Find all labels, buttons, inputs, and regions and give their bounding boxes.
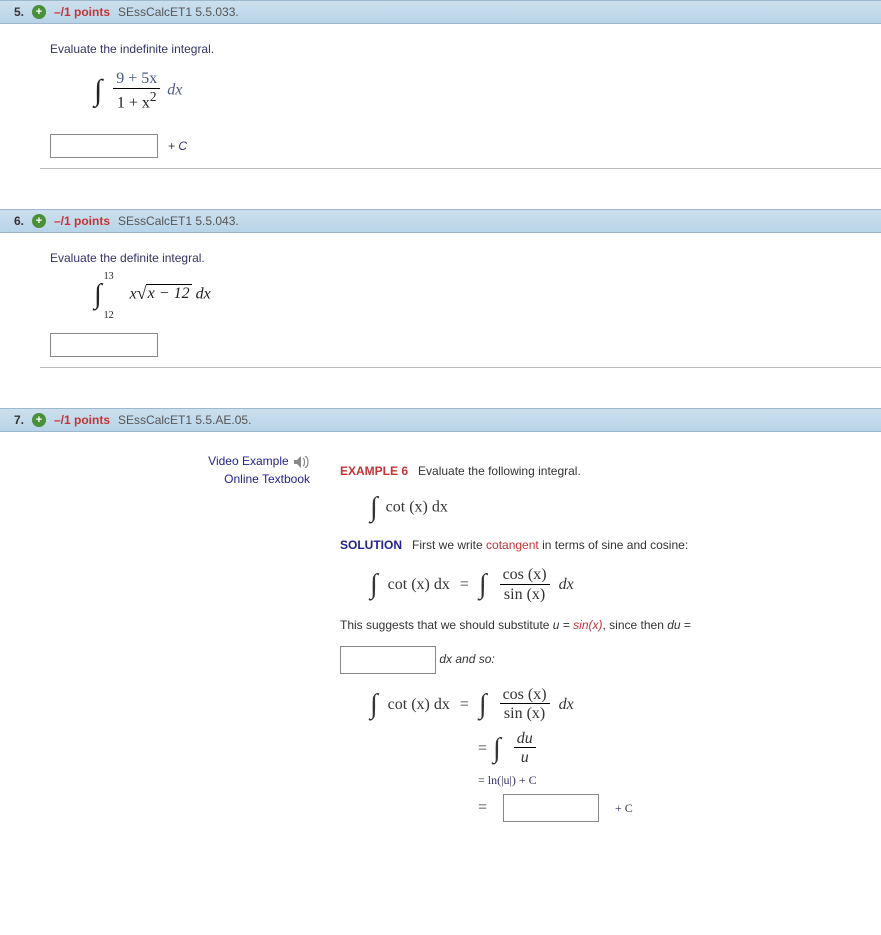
du-answer-input[interactable] [340, 646, 436, 674]
integral-sign-icon: ∫ [493, 733, 501, 765]
question-prompt: Evaluate the indefinite integral. [50, 42, 871, 56]
integral-expression: ∫ 9 + 5x 1 + x2 dx [94, 70, 871, 112]
denominator: 1 + x2 [113, 89, 160, 113]
integral-sign-icon: ∫ [94, 74, 102, 108]
reference-label: SEssCalcET1 5.5.033. [118, 5, 239, 19]
fraction: 9 + 5x 1 + x2 [113, 70, 160, 112]
numerator: 9 + 5x [113, 70, 160, 89]
question-header: 7. + –/1 points SEssCalcET1 5.5.AE.05. [0, 408, 881, 432]
question-header: 6. + –/1 points SEssCalcET1 5.5.043. [0, 209, 881, 233]
example-heading: EXAMPLE 6 Evaluate the following integra… [340, 462, 871, 480]
substitution-steps: ∫ cot (x) dx = ∫ cos (x) sin (x) dx = ∫ [370, 686, 871, 823]
solution-line-2: This suggests that we should substitute … [340, 616, 871, 634]
integral-sign-icon: ∫ [479, 569, 487, 601]
example-layout: Video Example Online Textbook EXAMPLE 6 … [50, 450, 871, 830]
cot-rewrite: ∫ cot (x) dx = ∫ cos (x) sin (x) dx [370, 566, 871, 604]
step-3: = ln(|u|) + C [478, 773, 871, 788]
question-body: Video Example Online Textbook EXAMPLE 6 … [40, 432, 881, 840]
cos-over-sin: cos (x) sin (x) [500, 566, 550, 604]
example-label: EXAMPLE 6 [340, 464, 408, 478]
question-number: 7. [6, 413, 24, 427]
speaker-icon [292, 454, 310, 468]
equals: = [456, 576, 473, 594]
expand-icon[interactable]: + [32, 413, 46, 427]
step-4: = + C [478, 794, 871, 822]
du-input-row: dx and so: [340, 646, 871, 674]
dx: dx [167, 82, 182, 99]
question-body: Evaluate the indefinite integral. ∫ 9 + … [40, 24, 881, 169]
expand-icon[interactable]: + [32, 5, 46, 19]
answer-row: + C [50, 134, 871, 158]
points-label: –/1 points [54, 214, 110, 228]
question-6: 6. + –/1 points SEssCalcET1 5.5.043. Eva… [0, 209, 881, 368]
question-number: 6. [6, 214, 24, 228]
sinx-highlight: sin(x) [573, 618, 602, 632]
answer-input[interactable] [50, 333, 158, 357]
integral-sign-icon: ∫ [94, 279, 102, 311]
example-content: EXAMPLE 6 Evaluate the following integra… [340, 450, 871, 830]
step-2: = ∫ du u [478, 730, 871, 768]
expand-icon[interactable]: + [32, 214, 46, 228]
cotangent-highlight: cotangent [486, 538, 539, 552]
question-number: 5. [6, 5, 24, 19]
solution-line-1: SOLUTION First we write cotangent in ter… [340, 536, 871, 554]
points-label: –/1 points [54, 5, 110, 19]
step-1: ∫ cot (x) dx = ∫ cos (x) sin (x) dx [370, 686, 871, 724]
question-5: 5. + –/1 points SEssCalcET1 5.5.033. Eva… [0, 0, 881, 169]
integral-expression: ∫1312 x√x − 12 dx [94, 279, 871, 311]
cot-dx: cot (x) dx [388, 576, 450, 594]
lower-limit: 12 [104, 310, 114, 321]
answer-row [50, 333, 871, 357]
integrand-x: x [130, 286, 137, 303]
cot-dx: cot (x) dx [386, 499, 448, 516]
integral-sign-icon: ∫ [479, 689, 487, 721]
question-header: 5. + –/1 points SEssCalcET1 5.5.033. [0, 0, 881, 24]
example-integral: ∫ cot (x) dx [370, 492, 871, 524]
reference-label: SEssCalcET1 5.5.AE.05. [118, 413, 251, 427]
sqrt: √x − 12 [137, 284, 192, 303]
video-example-link[interactable]: Video Example [50, 454, 310, 468]
radicand: x − 12 [146, 284, 192, 303]
final-answer-input[interactable] [503, 794, 599, 822]
integral-sign-icon: ∫ [370, 689, 378, 721]
question-7: 7. + –/1 points SEssCalcET1 5.5.AE.05. V… [0, 408, 881, 840]
question-body: Evaluate the definite integral. ∫1312 x√… [40, 233, 881, 368]
example-prompt: Evaluate the following integral. [418, 464, 581, 478]
plus-c-label: + C [615, 801, 633, 816]
upper-limit: 13 [104, 271, 114, 282]
reference-label: SEssCalcET1 5.5.043. [118, 214, 239, 228]
plus-c-label: + C [168, 139, 187, 153]
integral-sign-icon: ∫ [370, 492, 378, 524]
answer-input[interactable] [50, 134, 158, 158]
resource-links: Video Example Online Textbook [50, 450, 310, 490]
points-label: –/1 points [54, 413, 110, 427]
dx: dx [192, 286, 211, 303]
online-textbook-link[interactable]: Online Textbook [50, 472, 310, 486]
question-prompt: Evaluate the definite integral. [50, 251, 871, 265]
solution-label: SOLUTION [340, 538, 402, 552]
dx: dx [559, 576, 574, 594]
integral-sign-icon: ∫ [370, 569, 378, 601]
